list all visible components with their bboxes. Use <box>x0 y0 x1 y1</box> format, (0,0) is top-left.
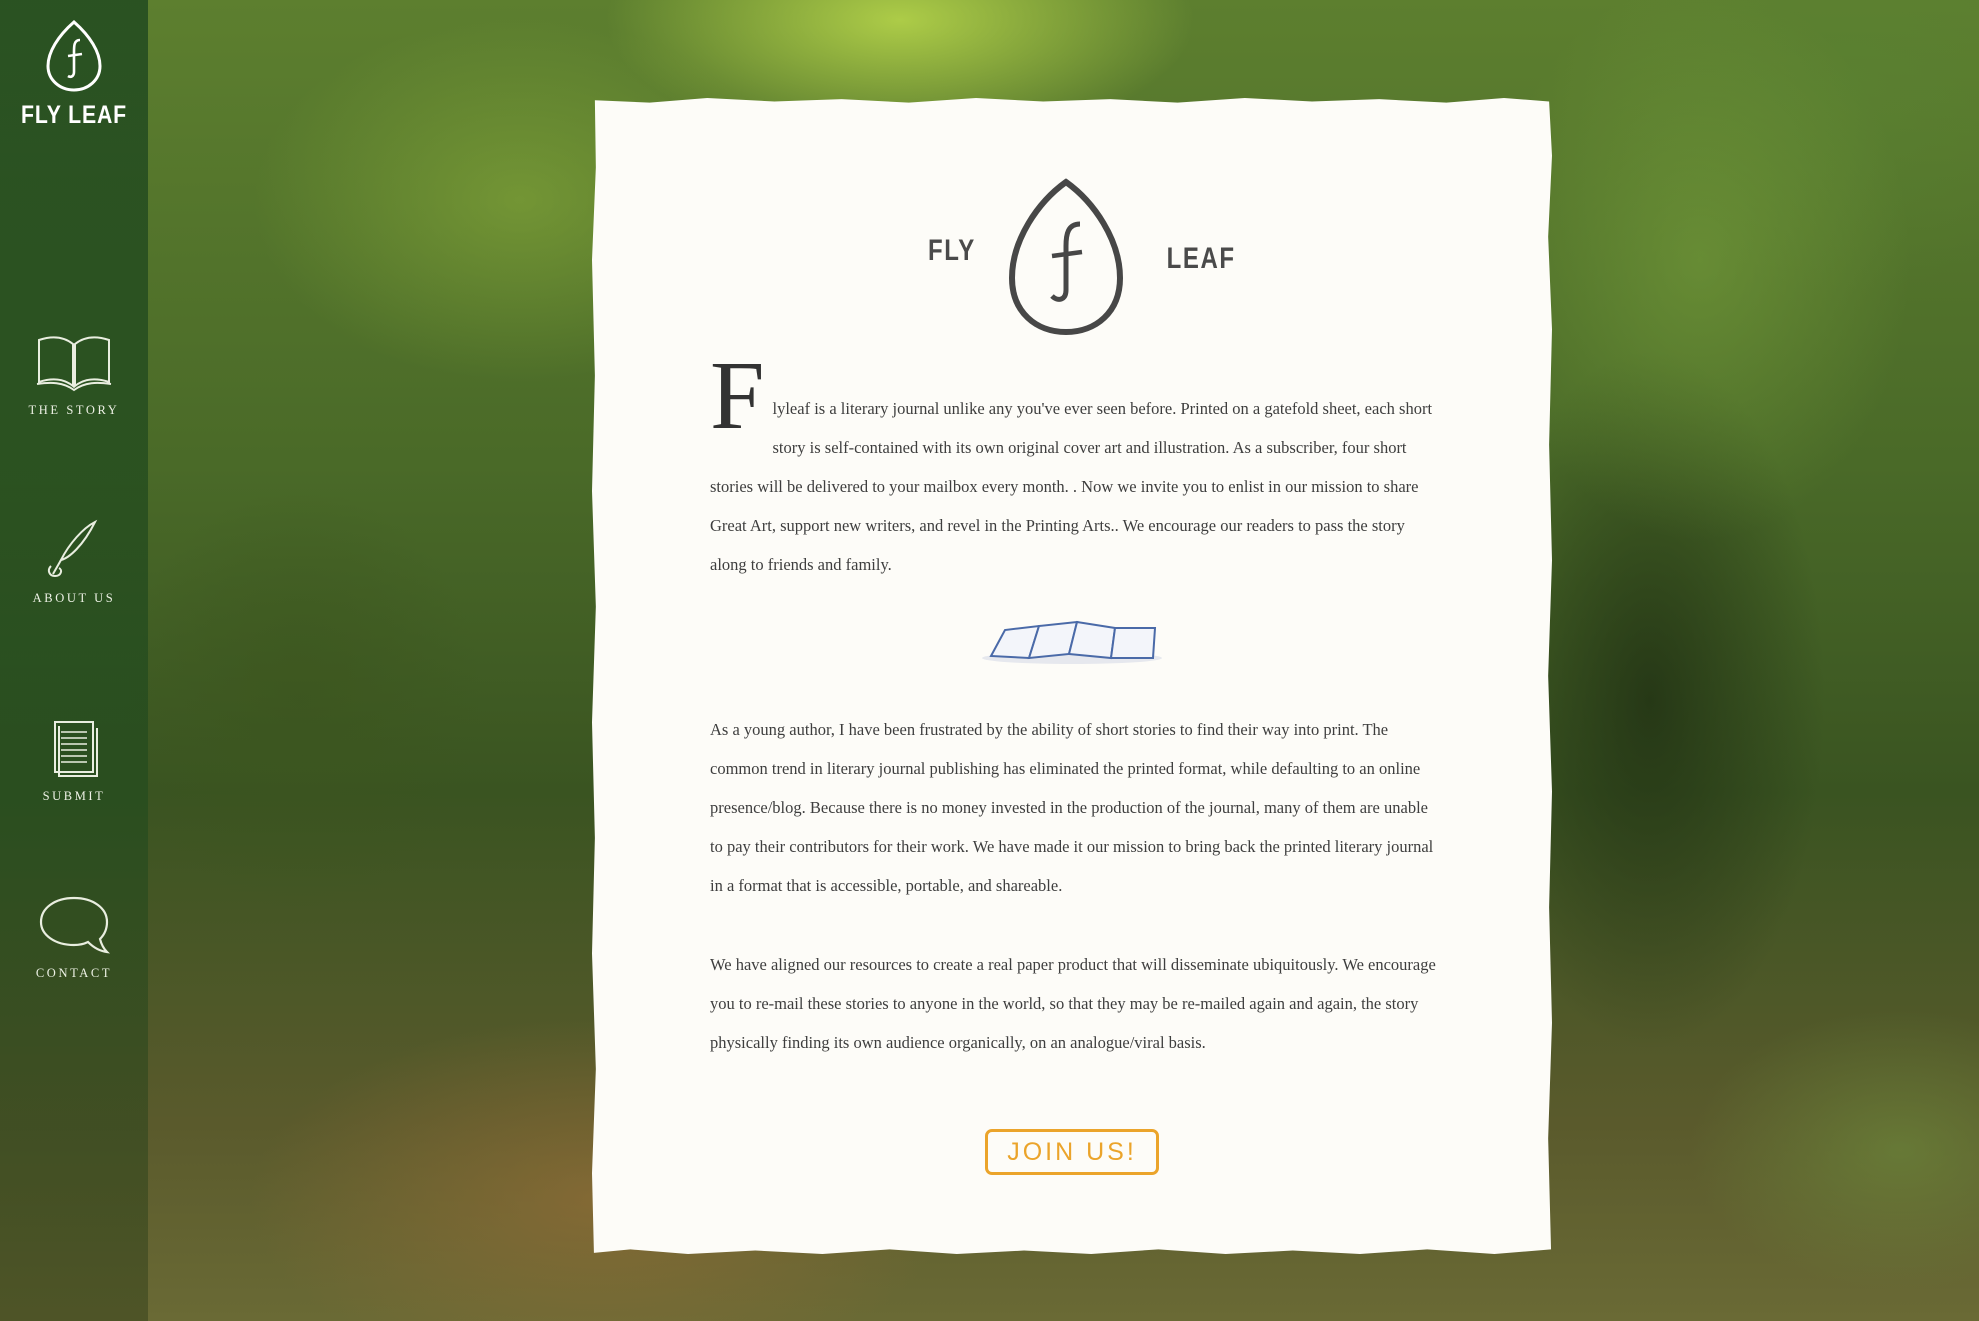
content-card: FLY LEAF F lyleaf is a literary journal … <box>592 98 1552 1254</box>
nav-label-the-story: THE STORY <box>28 403 120 417</box>
nav-label-contact: CONTACT <box>35 966 113 980</box>
drop-cap: F <box>710 342 765 450</box>
nav-item-the-story[interactable]: THE STORY <box>0 334 148 418</box>
nav-item-contact[interactable]: CONTACT <box>0 895 148 981</box>
leaf-logo-icon <box>46 20 102 92</box>
card-logo: FLY LEAF <box>592 178 1552 338</box>
logo-word-leaf: LEAF <box>1166 242 1236 275</box>
quill-pen-icon <box>47 519 98 578</box>
speech-bubble-icon <box>39 896 111 954</box>
document-stack-icon <box>54 721 98 777</box>
intro-paragraph-text: lyleaf is a literary journal unlike any … <box>710 399 1433 574</box>
distribution-paragraph: We have aligned our resources to create … <box>710 955 1436 1052</box>
nav-label-about-us: ABOUT US <box>32 591 116 605</box>
open-book-icon <box>36 336 112 392</box>
brand-name: FLY LEAF <box>21 101 127 129</box>
gatefold-illustration <box>982 620 1162 664</box>
sidebar: FLY LEAF THE STORY ABOUT US SUBMIT CONTA… <box>0 0 148 1321</box>
mission-paragraph: As a young author, I have been frustrate… <box>710 720 1434 895</box>
brand-logo[interactable]: FLY LEAF <box>0 18 148 130</box>
logo-word-fly: FLY <box>927 234 976 267</box>
nav-item-submit[interactable]: SUBMIT <box>0 720 148 804</box>
join-us-button[interactable]: JOIN US! <box>985 1129 1159 1175</box>
nav-label-submit: SUBMIT <box>42 789 106 803</box>
intro-paragraph: F lyleaf is a literary journal unlike an… <box>710 342 1440 584</box>
nav-item-about-us[interactable]: ABOUT US <box>0 518 148 606</box>
leaf-logo-icon <box>1008 178 1124 336</box>
